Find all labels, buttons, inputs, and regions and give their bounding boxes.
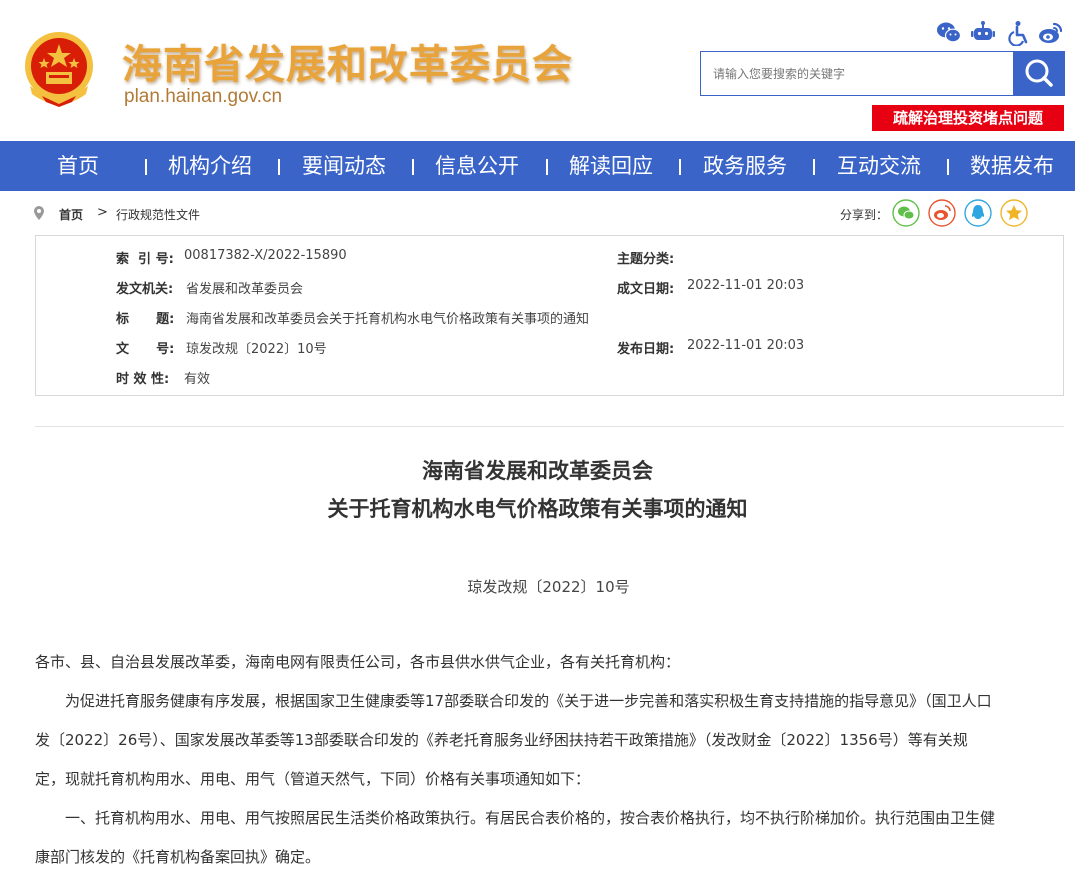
chevron-right-icon: >: [97, 205, 108, 220]
nav-item-home[interactable]: 首页: [57, 141, 99, 191]
nav-item-info-disclosure[interactable]: 信息公开: [435, 141, 519, 191]
info-row-topic: 主题分类:: [617, 248, 1037, 268]
location-pin-icon: [34, 206, 44, 220]
article-line: 康部门核发的《托育机构备案回执》确定。: [35, 848, 321, 866]
nav-separator: [278, 159, 280, 175]
nav-item-data[interactable]: 数据发布: [970, 141, 1054, 191]
breadcrumb-current[interactable]: 行政规范性文件: [116, 206, 200, 223]
info-row-index: 索 引 号: 00817382-X/2022-15890: [116, 248, 596, 268]
info-row-validity: 时 效 性: 有效: [116, 368, 596, 388]
qq-share-icon[interactable]: [964, 199, 992, 227]
site-domain: plan.hainan.gov.cn: [124, 86, 283, 107]
info-key: 成文日期:: [617, 282, 675, 297]
nav-separator: [546, 159, 548, 175]
weibo-icon[interactable]: [1038, 20, 1064, 46]
info-key: 发文机关:: [116, 282, 174, 297]
info-key: 文 号:: [116, 342, 175, 357]
info-value: 00817382-X/2022-15890: [184, 248, 347, 263]
info-row-docno: 文 号: 琼发改规〔2022〕10号: [116, 338, 596, 358]
wechat-icon[interactable]: [936, 20, 962, 46]
info-row-issuer: 发文机关: 省发展和改革委员会: [116, 278, 596, 298]
info-value: 2022-11-01 20:03: [687, 278, 805, 293]
article-line: 各市、县、自治县发展改革委，海南电网有限责任公司，各市县供水供气企业，各有关托育…: [35, 653, 681, 671]
info-key: 标 题:: [116, 312, 175, 327]
weibo-share-icon[interactable]: [928, 199, 956, 227]
nav-item-interaction[interactable]: 互动交流: [837, 141, 921, 191]
article-doc-number: 琼发改规〔2022〕10号: [467, 578, 630, 596]
article-line: 一、托育机构用水、用电、用气按照居民生活类价格政策执行。有居民合表价格的，按合表…: [65, 809, 996, 827]
hot-topic-button[interactable]: 疏解治理投资堵点问题: [872, 105, 1064, 131]
nav-item-services[interactable]: 政务服务: [703, 141, 787, 191]
wechat-share-icon[interactable]: [892, 199, 920, 227]
info-row-created: 成文日期: 2022-11-01 20:03: [617, 278, 1037, 298]
info-key: 索 引 号:: [116, 252, 174, 267]
info-value: 2022-11-01 20:03: [687, 338, 805, 353]
breadcrumb-home[interactable]: 首页: [59, 206, 83, 223]
info-row-title: 标 题: 海南省发展和改革委员会关于托育机构水电气价格政策有关事项的通知: [116, 308, 1016, 328]
qzone-share-icon[interactable]: [1000, 199, 1028, 227]
info-key: 主题分类:: [617, 252, 675, 267]
document-info-panel: 索 引 号: 00817382-X/2022-15890 主题分类: 发文机关:…: [35, 235, 1064, 396]
site-title[interactable]: 海南省发展和改革委员会: [122, 32, 573, 90]
nav-item-about[interactable]: 机构介绍: [168, 141, 252, 191]
article-line: 为促进托育服务健康有序发展，根据国家卫生健康委等17部委联合印发的《关于进一步完…: [65, 692, 992, 710]
nav-separator: [947, 159, 949, 175]
info-row-published: 发布日期: 2022-11-01 20:03: [617, 338, 1037, 358]
article-title-line2: 关于托育机构水电气价格政策有关事项的通知: [327, 497, 748, 521]
robot-icon[interactable]: [970, 20, 996, 46]
article-line: 发〔2022〕26号）、国家发展改革委等13部委联合印发的《养老托育服务业纾困扶…: [35, 731, 968, 749]
search-icon: [1025, 59, 1053, 87]
nav-separator: [813, 159, 815, 175]
article-line: 定，现就托育机构用水、用电、用气（管道天然气，下同）价格有关事项通知如下：: [35, 770, 591, 788]
nav-separator: [145, 159, 147, 175]
nav-separator: [412, 159, 414, 175]
top-icon-bar: [936, 20, 1066, 46]
info-value: 琼发改规〔2022〕10号: [186, 342, 327, 357]
national-emblem-icon[interactable]: [20, 28, 98, 108]
info-value: 有效: [184, 372, 211, 387]
nav-item-interpretation[interactable]: 解读回应: [569, 141, 653, 191]
info-key: 时 效 性:: [116, 372, 170, 387]
main-nav: 首页 机构介绍 要闻动态 信息公开 解读回应 政务服务 互动交流 数据发布: [0, 141, 1075, 191]
site-header: 海南省发展和改革委员会 plan.hainan.gov.cn 请输入您要搜索的关…: [0, 0, 1075, 141]
info-value: 海南省发展和改革委员会关于托育机构水电气价格政策有关事项的通知: [186, 312, 590, 327]
divider: [35, 426, 1064, 427]
search-input[interactable]: [700, 51, 1014, 96]
accessibility-icon[interactable]: [1006, 20, 1032, 46]
article-title-line1: 海南省发展和改革委员会: [422, 459, 653, 483]
info-key: 发布日期:: [617, 342, 675, 357]
nav-separator: [679, 159, 681, 175]
share-label: 分享到：: [840, 208, 889, 222]
info-value: 省发展和改革委员会: [186, 282, 304, 297]
nav-item-news[interactable]: 要闻动态: [302, 141, 386, 191]
search-button[interactable]: [1013, 51, 1065, 96]
